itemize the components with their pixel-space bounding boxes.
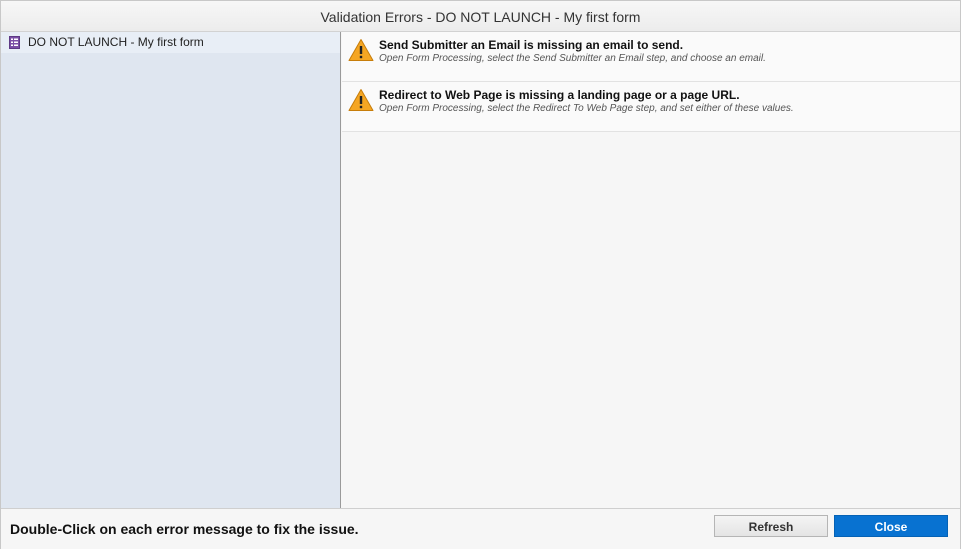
error-detail: Open Form Processing, select the Redirec… — [379, 103, 794, 114]
error-title: Redirect to Web Page is missing a landin… — [379, 88, 740, 102]
footer-hint: Double-Click on each error message to fi… — [10, 521, 359, 537]
error-item[interactable]: Redirect to Web Page is missing a landin… — [342, 82, 960, 132]
validation-errors-dialog: Validation Errors - DO NOT LAUNCH - My f… — [0, 0, 961, 549]
form-icon — [9, 36, 20, 49]
dialog-title: Validation Errors - DO NOT LAUNCH - My f… — [1, 1, 960, 32]
form-tree-panel: DO NOT LAUNCH - My first form — [1, 32, 341, 508]
close-button[interactable]: Close — [834, 515, 948, 537]
tree-item-form[interactable]: DO NOT LAUNCH - My first form — [1, 32, 340, 53]
warning-icon — [348, 39, 374, 61]
error-item[interactable]: Send Submitter an Email is missing an em… — [342, 32, 960, 82]
refresh-button[interactable]: Refresh — [714, 515, 828, 537]
error-list: Send Submitter an Email is missing an em… — [342, 32, 960, 508]
dialog-footer: Double-Click on each error message to fi… — [1, 508, 960, 549]
tree-item-label: DO NOT LAUNCH - My first form — [28, 35, 204, 49]
error-title: Send Submitter an Email is missing an em… — [379, 38, 684, 52]
error-detail: Open Form Processing, select the Send Su… — [379, 53, 766, 64]
warning-icon — [348, 89, 374, 111]
